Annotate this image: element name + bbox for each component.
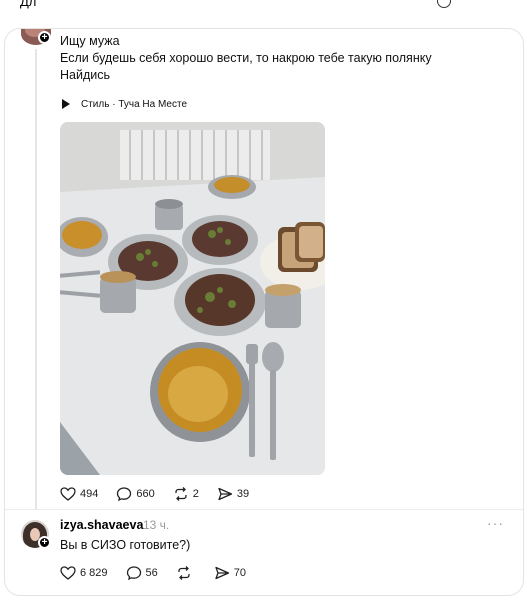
like-button[interactable]: 6 829 [60, 565, 108, 581]
follow-plus-icon[interactable]: + [38, 536, 51, 549]
food-photo-image [60, 122, 325, 475]
username-link[interactable]: izya.shavaeva [60, 518, 143, 532]
music-label: Стиль · Туча На Месте [81, 98, 188, 110]
comment-icon [117, 487, 132, 502]
send-icon [215, 566, 229, 580]
shares-count: 39 [236, 488, 250, 500]
more-options-icon[interactable]: ··· [487, 515, 504, 531]
repost-icon [178, 566, 190, 580]
comment-icon [126, 566, 141, 581]
thread-card: + Ищу мужа Если будешь себя хорошо вести… [4, 28, 524, 596]
post-text-line-2: Если будешь себя хорошо вести, то накрою… [60, 51, 432, 65]
reposts-count: 2 [192, 488, 199, 500]
circle-icon[interactable] [437, 0, 451, 8]
comments-count: 660 [136, 488, 155, 500]
post-text-line-3: Найдись [60, 68, 110, 82]
repost-button[interactable] [176, 565, 196, 581]
post1-actions: 494 660 2 39 [60, 486, 267, 502]
send-icon [218, 487, 232, 501]
heart-icon [60, 566, 76, 580]
thread-line [35, 49, 37, 509]
post-time: 13 ч. [143, 518, 170, 532]
cut-header-text: Дл [20, 0, 37, 9]
repost-icon [175, 487, 187, 501]
top-cut-bar: Дл [0, 0, 528, 12]
like-button[interactable]: 494 [60, 486, 98, 502]
share-button[interactable]: 70 [214, 565, 246, 581]
likes-count: 6 829 [80, 567, 108, 579]
play-icon[interactable] [57, 96, 73, 112]
follow-plus-icon[interactable]: + [38, 31, 51, 44]
repost-button[interactable]: 2 [173, 486, 199, 502]
post-text-line-1: Ищу мужа [60, 34, 120, 48]
post-divider [5, 509, 523, 510]
heart-icon [60, 487, 76, 501]
comment-button[interactable]: 56 [126, 565, 158, 581]
post-photo[interactable] [60, 122, 325, 475]
comment-button[interactable]: 660 [116, 486, 155, 502]
likes-count: 494 [80, 488, 99, 500]
comments-count: 56 [145, 567, 158, 579]
post2-actions: 6 829 56 70 [60, 565, 264, 581]
share-button[interactable]: 39 [217, 486, 249, 502]
music-attachment[interactable]: Стиль · Туча На Месте [57, 93, 187, 115]
shares-count: 70 [233, 567, 247, 579]
comment-text: Вы в СИЗО готовите?) [60, 538, 191, 552]
